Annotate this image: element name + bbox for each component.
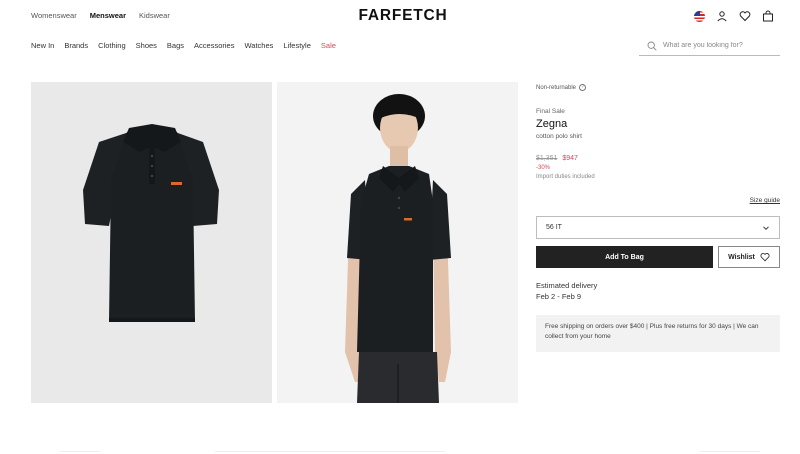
product-image-model[interactable] bbox=[277, 82, 518, 403]
bag-icon[interactable] bbox=[762, 10, 774, 22]
product-image-flat-lay[interactable] bbox=[31, 82, 272, 403]
size-select[interactable]: 56 IT bbox=[536, 216, 780, 239]
nav-item-shoes[interactable]: Shoes bbox=[136, 41, 157, 50]
nav-item-lifestyle[interactable]: Lifestyle bbox=[283, 41, 311, 50]
import-duties-note: Import duties included bbox=[536, 174, 595, 180]
product-brand[interactable]: Zegna bbox=[536, 118, 567, 130]
chevron-down-icon bbox=[763, 225, 769, 230]
divider bbox=[215, 451, 445, 452]
nav-item-clothing[interactable]: Clothing bbox=[98, 41, 126, 50]
main-nav: New In Brands Clothing Shoes Bags Access… bbox=[31, 41, 336, 50]
product-name: cotton polo shirt bbox=[536, 133, 582, 140]
nav-item-bags[interactable]: Bags bbox=[167, 41, 184, 50]
size-guide-link[interactable]: Size guide bbox=[750, 197, 780, 204]
header-icons bbox=[694, 10, 774, 22]
account-icon[interactable] bbox=[716, 10, 728, 22]
search-input[interactable] bbox=[663, 42, 773, 49]
model-wearing-polo-image bbox=[345, 94, 451, 403]
search-icon bbox=[647, 41, 657, 51]
original-price: $1,351 bbox=[536, 155, 558, 162]
wishlist-button[interactable]: Wishlist bbox=[718, 246, 780, 268]
polo-shirt-flat-lay-image bbox=[83, 124, 219, 322]
wishlist-button-label: Wishlist bbox=[728, 253, 755, 261]
heart-icon bbox=[760, 253, 770, 262]
price-block: $1,351 $947 bbox=[536, 155, 578, 162]
nav-item-sale[interactable]: Sale bbox=[321, 41, 336, 50]
nav-item-watches[interactable]: Watches bbox=[244, 41, 273, 50]
estimated-delivery-dates: Feb 2 - Feb 9 bbox=[536, 292, 582, 301]
sale-price: $947 bbox=[562, 155, 578, 162]
search-bar[interactable] bbox=[639, 36, 780, 56]
wishlist-heart-icon[interactable] bbox=[739, 10, 751, 22]
nav-item-new-in[interactable]: New In bbox=[31, 41, 54, 50]
selected-size-value: 56 IT bbox=[546, 224, 562, 231]
estimated-delivery-label: Estimated delivery bbox=[536, 281, 598, 290]
shipping-promo-banner: Free shipping on orders over $400 | Plus… bbox=[536, 315, 780, 352]
discount-percentage: -30% bbox=[536, 165, 551, 171]
non-returnable-notice: Non-returnable ? bbox=[536, 84, 587, 91]
divider bbox=[700, 451, 760, 452]
add-to-bag-button[interactable]: Add To Bag bbox=[536, 246, 713, 268]
top-bar: Womenswear Menswear Kidswear FARFETCH bbox=[0, 0, 800, 34]
info-icon[interactable]: ? bbox=[579, 84, 587, 91]
final-sale-label: Final Sale bbox=[536, 108, 565, 115]
us-flag-icon[interactable] bbox=[694, 10, 705, 22]
non-returnable-label: Non-returnable bbox=[536, 84, 577, 91]
farfetch-logo[interactable]: FARFETCH bbox=[0, 7, 800, 25]
nav-item-brands[interactable]: Brands bbox=[64, 41, 88, 50]
nav-item-accessories[interactable]: Accessories bbox=[194, 41, 234, 50]
divider bbox=[60, 451, 100, 452]
